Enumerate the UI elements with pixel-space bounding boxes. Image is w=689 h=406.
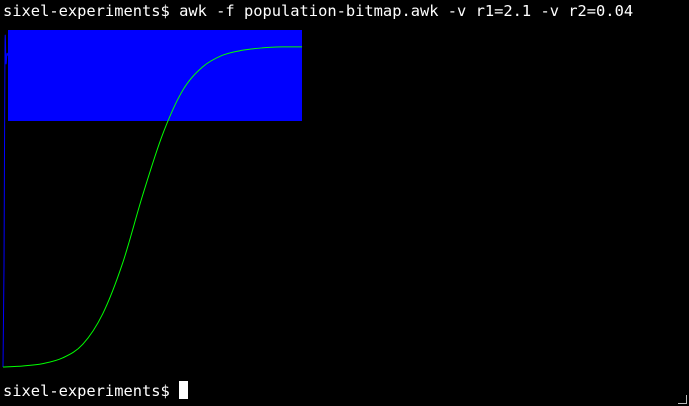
text-cursor bbox=[179, 381, 189, 399]
prompt-line[interactable]: sixel-experiments$ bbox=[3, 381, 189, 401]
sixel-population-plot bbox=[2, 30, 303, 368]
resize-grip-icon[interactable] bbox=[678, 395, 687, 404]
terminal-window[interactable]: sixel-experiments$ awk -f population-bit… bbox=[0, 0, 689, 406]
oscillation-band bbox=[8, 30, 302, 121]
shell-prompt: sixel-experiments$ bbox=[3, 382, 170, 400]
